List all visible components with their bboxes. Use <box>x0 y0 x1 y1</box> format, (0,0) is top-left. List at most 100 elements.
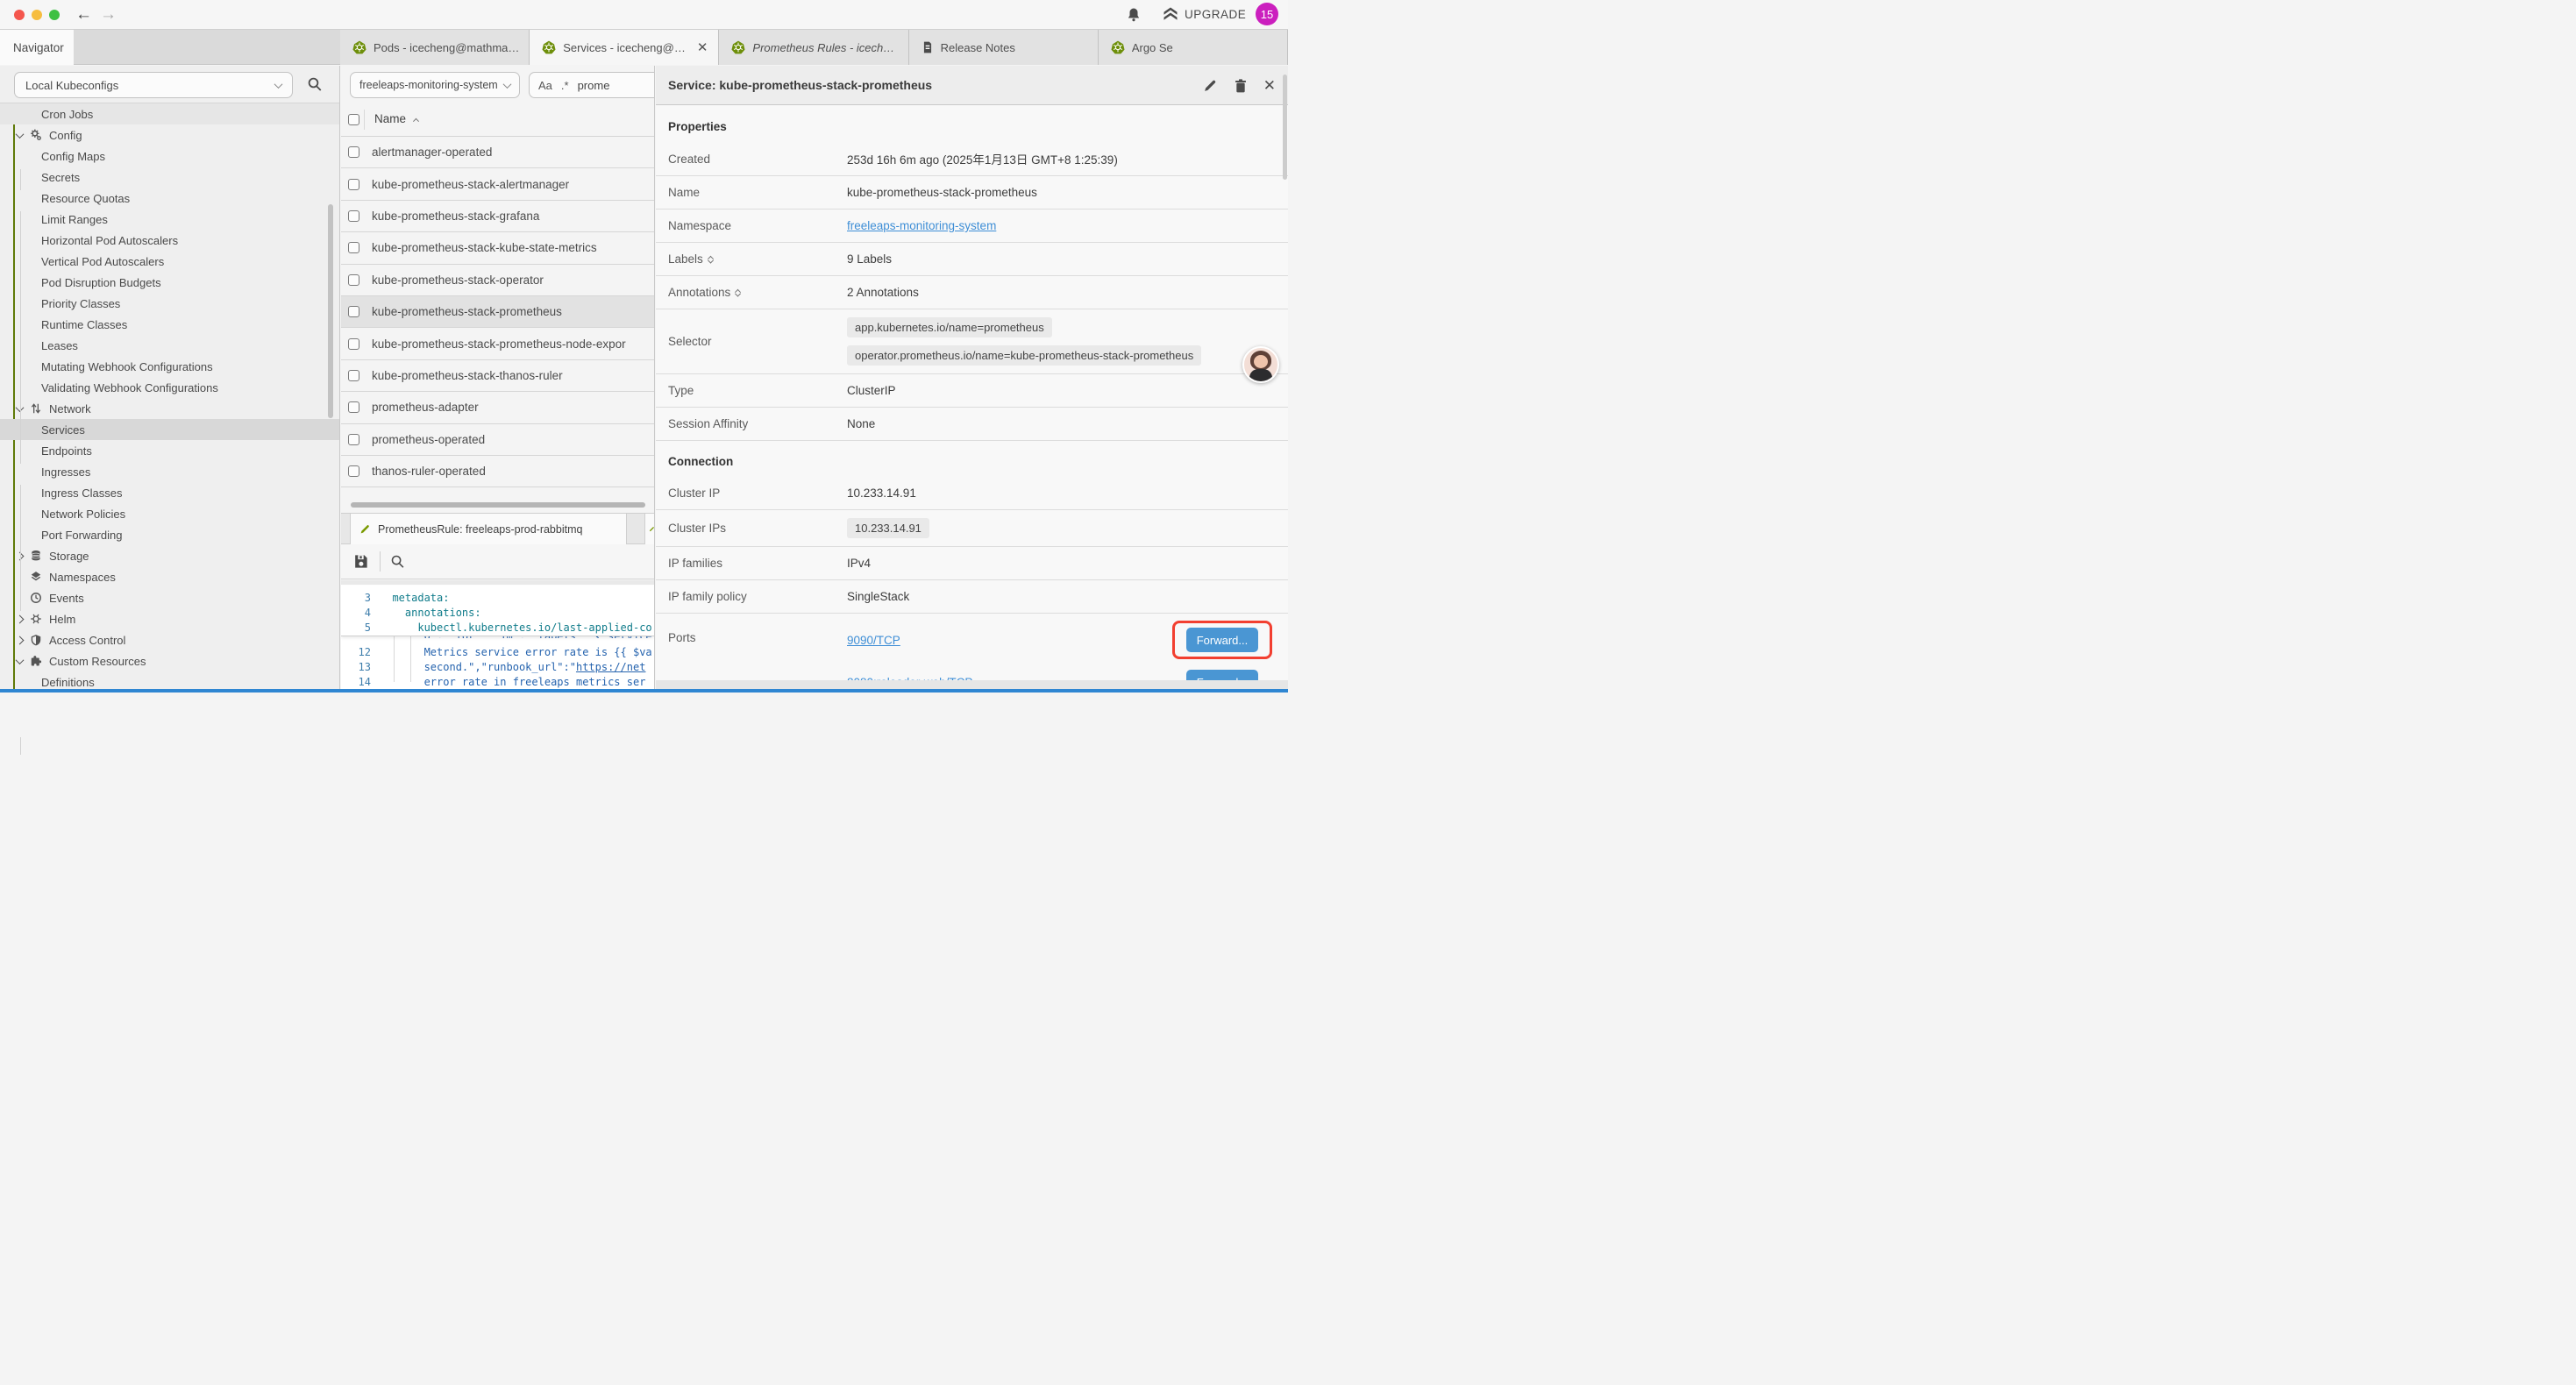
chevron-right-icon[interactable] <box>15 551 24 560</box>
minimize-window-button[interactable] <box>32 10 42 20</box>
sidebar-item-custom-resources[interactable]: Custom Resources <box>0 650 339 671</box>
sidebar-item-runtime-classes[interactable]: Runtime Classes <box>0 314 339 335</box>
maximize-window-button[interactable] <box>49 10 60 20</box>
editor-tab-prometheusrule[interactable]: PrometheusRule: freeleaps-prod-rabbitmq <box>350 514 627 544</box>
chevron-right-icon[interactable] <box>15 614 24 623</box>
sidebar-item-port-forwarding[interactable]: Port Forwarding <box>0 524 339 545</box>
upgrade-button[interactable]: UPGRADE <box>1163 6 1246 22</box>
back-arrow-icon[interactable]: ← <box>75 5 92 25</box>
avatar[interactable] <box>1242 346 1279 383</box>
namespace-link[interactable]: freeleaps-monitoring-system <box>847 219 996 232</box>
notification-count-badge[interactable]: 15 <box>1256 3 1278 25</box>
sidebar-item-network-policies[interactable]: Network Policies <box>0 503 339 524</box>
namespace-selector[interactable]: freeleaps-monitoring-system <box>350 72 520 98</box>
sidebar-item-validating-webhook-configurations[interactable]: Validating Webhook Configurations <box>0 377 339 398</box>
forward-button[interactable]: Forward... <box>1186 628 1258 652</box>
match-case-toggle[interactable]: Aa <box>538 79 552 92</box>
notifications-bell-icon[interactable] <box>1126 6 1142 24</box>
name-column-header[interactable]: Name <box>374 112 418 125</box>
sidebar-item-horizontal-pod-autoscalers[interactable]: Horizontal Pod Autoscalers <box>0 230 339 251</box>
table-row-prometheus-operated[interactable]: prometheus-operated <box>341 424 654 456</box>
row-checkbox[interactable] <box>348 179 359 190</box>
close-tab-icon[interactable]: ✕ <box>695 39 710 55</box>
detail-scrollbar[interactable] <box>1283 75 1287 180</box>
regex-toggle[interactable]: .* <box>561 79 569 92</box>
sidebar-scrollbar[interactable] <box>328 204 333 418</box>
tab-argo-se[interactable]: Argo Se <box>1099 30 1288 65</box>
row-checkbox[interactable] <box>348 306 359 317</box>
sidebar-item-limit-ranges[interactable]: Limit Ranges <box>0 209 339 230</box>
table-row-kube-prometheus-stack-prometheus[interactable]: kube-prometheus-stack-prometheus <box>341 296 654 328</box>
sidebar-item-pod-disruption-budgets[interactable]: Pod Disruption Budgets <box>0 272 339 293</box>
table-row-kube-prometheus-stack-alertmanager[interactable]: kube-prometheus-stack-alertmanager <box>341 168 654 200</box>
editor-search-icon[interactable] <box>390 554 405 569</box>
sort-updown-icon[interactable] <box>708 254 713 264</box>
sidebar-item-priority-classes[interactable]: Priority Classes <box>0 293 339 314</box>
sidebar-item-vertical-pod-autoscalers[interactable]: Vertical Pod Autoscalers <box>0 251 339 272</box>
table-row-kube-prometheus-stack-thanos-ruler[interactable]: kube-prometheus-stack-thanos-ruler <box>341 360 654 392</box>
forward-arrow-icon[interactable]: → <box>100 5 117 25</box>
sidebar-item-storage[interactable]: Storage <box>0 545 339 566</box>
row-checkbox[interactable] <box>348 242 359 253</box>
chevron-down-icon[interactable] <box>15 403 24 412</box>
row-checkbox[interactable] <box>348 465 359 477</box>
table-row-kube-prometheus-stack-kube-state-metrics[interactable]: kube-prometheus-stack-kube-state-metrics <box>341 232 654 264</box>
close-icon[interactable]: ✕ <box>1263 77 1276 95</box>
chevron-down-icon[interactable] <box>15 656 24 664</box>
navigator-tab[interactable]: Navigator <box>0 30 74 65</box>
sidebar-item-ingress-classes[interactable]: Ingress Classes <box>0 482 339 503</box>
row-checkbox[interactable] <box>348 210 359 222</box>
sidebar-item-cron-jobs[interactable]: Cron Jobs <box>0 103 339 124</box>
kubeconfig-selector[interactable]: Local Kubeconfigs <box>14 72 293 98</box>
code-link[interactable]: https://net <box>576 661 645 673</box>
select-all-checkbox[interactable] <box>348 114 359 125</box>
sort-updown-icon[interactable] <box>736 288 740 297</box>
close-window-button[interactable] <box>14 10 25 20</box>
sidebar-item-label: Config Maps <box>41 150 105 163</box>
row-checkbox[interactable] <box>348 274 359 286</box>
save-icon[interactable] <box>352 553 369 570</box>
sidebar-item-config-maps[interactable]: Config Maps <box>0 146 339 167</box>
sidebar-item-access-control[interactable]: Access Control <box>0 629 339 650</box>
sidebar-item-ingresses[interactable]: Ingresses <box>0 461 339 482</box>
property-row-session-affinity: Session AffinityNone <box>656 408 1288 441</box>
edit-pencil-icon[interactable] <box>1203 78 1218 93</box>
row-checkbox[interactable] <box>348 370 359 381</box>
sidebar-item-helm[interactable]: Helm <box>0 608 339 629</box>
sidebar-item-namespaces[interactable]: Namespaces <box>0 566 339 587</box>
table-row-prometheus-adapter[interactable]: prometheus-adapter <box>341 392 654 423</box>
row-checkbox[interactable] <box>348 434 359 445</box>
table-row-thanos-ruler-operated[interactable]: thanos-ruler-operated <box>341 456 654 487</box>
sidebar-item-secrets[interactable]: Secrets <box>0 167 339 188</box>
services-search-input[interactable]: Aa .* prome <box>529 72 655 98</box>
table-row-kube-prometheus-stack-prometheus-node-expor[interactable]: kube-prometheus-stack-prometheus-node-ex… <box>341 328 654 359</box>
table-row-alertmanager-operated[interactable]: alertmanager-operated <box>341 137 654 168</box>
sidebar-item-events[interactable]: Events <box>0 587 339 608</box>
port-link[interactable]: 9090/TCP <box>847 634 900 647</box>
sidebar-item-services[interactable]: Services <box>0 419 339 440</box>
sidebar-item-label: Port Forwarding <box>41 529 122 542</box>
sidebar-item-mutating-webhook-configurations[interactable]: Mutating Webhook Configurations <box>0 356 339 377</box>
row-checkbox[interactable] <box>348 146 359 158</box>
sidebar-search-icon[interactable] <box>307 76 323 92</box>
editor-tab-partial[interactable] <box>644 514 655 544</box>
row-checkbox[interactable] <box>348 401 359 413</box>
tab-prometheus-rules-icecheng[interactable]: Prometheus Rules - icecheng... <box>719 30 908 65</box>
row-checkbox[interactable] <box>348 338 359 350</box>
sidebar-item-config[interactable]: Config <box>0 124 339 146</box>
property-label: Selector <box>668 335 712 348</box>
horizontal-scrollbar[interactable] <box>351 502 645 508</box>
chevron-down-icon[interactable] <box>15 130 24 138</box>
tab-release-notes[interactable]: Release Notes <box>909 30 1099 65</box>
chevron-right-icon[interactable] <box>15 636 24 644</box>
table-row-kube-prometheus-stack-operator[interactable]: kube-prometheus-stack-operator <box>341 265 654 296</box>
sidebar-item-resource-quotas[interactable]: Resource Quotas <box>0 188 339 209</box>
sidebar-item-leases[interactable]: Leases <box>0 335 339 356</box>
sidebar-item-endpoints[interactable]: Endpoints <box>0 440 339 461</box>
sidebar-item-network[interactable]: Network <box>0 398 339 419</box>
table-row-kube-prometheus-stack-grafana[interactable]: kube-prometheus-stack-grafana <box>341 201 654 232</box>
yaml-editor[interactable]: 3 metadata:4 annotations:5 kubectl.kuber… <box>341 580 654 689</box>
delete-trash-icon[interactable] <box>1234 78 1248 94</box>
tab-pods-icecheng-mathmas[interactable]: Pods - icecheng@mathmas... <box>340 30 530 65</box>
tab-services-icecheng-math[interactable]: Services - icecheng@math...✕ <box>530 30 719 65</box>
